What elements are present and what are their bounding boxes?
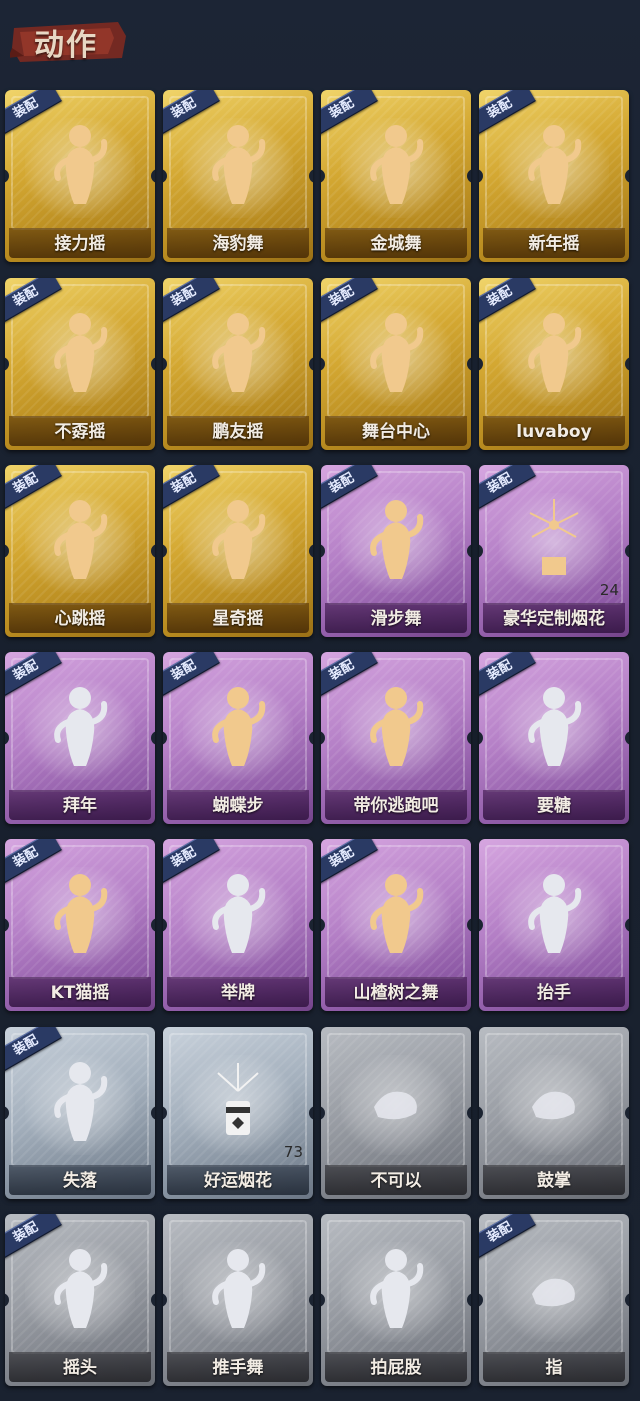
page-title: 动作 xyxy=(34,28,98,63)
emote-name: 好运烟花 xyxy=(204,1171,272,1191)
emote-card[interactable]: 摇头 装配 xyxy=(5,1214,155,1386)
emote-card[interactable]: 滑步舞 装配 xyxy=(321,465,471,637)
point-hand-icon xyxy=(524,1244,584,1334)
dance-figure-icon xyxy=(366,120,426,210)
emote-name: KT猫摇 xyxy=(50,983,110,1003)
sign-figure-icon xyxy=(208,869,268,959)
dance-figure-icon xyxy=(366,495,426,585)
emote-card[interactable]: 心跳摇 装配 xyxy=(5,465,155,637)
emote-name: 拜年 xyxy=(63,796,97,816)
header: 动作 xyxy=(0,0,640,80)
emote-name: 举牌 xyxy=(221,983,255,1003)
emote-card[interactable]: luvaboy 装配 xyxy=(479,278,629,450)
dance-figure-icon xyxy=(366,682,426,772)
emote-name: 金城舞 xyxy=(370,234,422,254)
emote-name: 心跳摇 xyxy=(54,609,106,629)
fireworks-icon xyxy=(524,495,584,585)
emote-card[interactable]: 新年摇 装配 xyxy=(479,90,629,262)
emote-collection-page: 动作 接力摇 装配 海豹舞 装配 金城舞 装配 新年摇 装配 不孬摇 装配 鹏友摇 装配 舞台中心 装配 l… xyxy=(0,0,640,1401)
emote-card[interactable]: 金城舞 装配 xyxy=(321,90,471,262)
emote-name: 要糖 xyxy=(537,796,571,816)
dance-figure-icon xyxy=(50,308,110,398)
emote-name: 豪华定制烟花 xyxy=(503,609,605,629)
emote-card[interactable]: 蝴蝶步 装配 xyxy=(163,652,313,824)
emote-card[interactable]: 举牌 装配 xyxy=(163,839,313,1011)
emote-card[interactable]: 不孬摇 装配 xyxy=(5,278,155,450)
emote-card[interactable]: 接力摇 装配 xyxy=(5,90,155,262)
emote-name: 不孬摇 xyxy=(54,422,106,442)
emote-name: 滑步舞 xyxy=(370,609,422,629)
emote-name: 星奇摇 xyxy=(212,609,264,629)
emote-card[interactable]: 要糖 装配 xyxy=(479,652,629,824)
emote-name: 失落 xyxy=(63,1171,97,1191)
shake-head-figure-icon xyxy=(50,1244,110,1334)
dance-figure-icon xyxy=(524,308,584,398)
emote-card[interactable]: 带你逃跑吧 装配 xyxy=(321,652,471,824)
dance-figure-icon xyxy=(50,495,110,585)
emote-name: 山楂树之舞 xyxy=(353,983,439,1003)
emote-card[interactable]: 山楂树之舞 装配 xyxy=(321,839,471,1011)
crawl-figure-icon xyxy=(50,1057,110,1147)
item-count: 24 xyxy=(599,581,619,599)
emote-name: 指 xyxy=(545,1358,563,1378)
emote-name: 蝴蝶步 xyxy=(212,796,264,816)
emote-name: 海豹舞 xyxy=(212,234,264,254)
emote-card[interactable]: 鼓掌 xyxy=(479,1027,629,1199)
emote-card[interactable]: KT猫摇 装配 xyxy=(5,839,155,1011)
emote-name: 摇头 xyxy=(63,1358,97,1378)
emote-card[interactable]: 推手舞 xyxy=(163,1214,313,1386)
pat-figure-icon xyxy=(366,1244,426,1334)
push-hands-figure-icon xyxy=(208,1244,268,1334)
dance-figure-icon xyxy=(366,869,426,959)
emote-name: 推手舞 xyxy=(212,1358,264,1378)
emote-name: 抬手 xyxy=(537,983,571,1003)
emote-name: 舞台中心 xyxy=(362,422,430,442)
emote-card[interactable]: 星奇摇 装配 xyxy=(163,465,313,637)
dance-figure-icon xyxy=(524,120,584,210)
emote-card[interactable]: 鹏友摇 装配 xyxy=(163,278,313,450)
emote-card[interactable]: 海豹舞 装配 xyxy=(163,90,313,262)
emote-name: 鹏友摇 xyxy=(212,422,264,442)
emote-card[interactable]: 拜年 装配 xyxy=(5,652,155,824)
dance-figure-icon xyxy=(50,120,110,210)
dance-figure-icon xyxy=(366,308,426,398)
emote-card[interactable]: 抬手 xyxy=(479,839,629,1011)
emote-card[interactable]: 舞台中心 装配 xyxy=(321,278,471,450)
dance-figure-icon xyxy=(208,120,268,210)
raise-hand-figure-icon xyxy=(524,869,584,959)
emote-name: 带你逃跑吧 xyxy=(353,796,439,816)
reach-figure-icon xyxy=(524,682,584,772)
emote-name: 接力摇 xyxy=(54,234,106,254)
emote-name: luvaboy xyxy=(516,422,592,442)
emote-card[interactable]: 好运烟花 73 xyxy=(163,1027,313,1199)
emote-name: 不可以 xyxy=(370,1171,422,1191)
finger-wag-icon xyxy=(366,1057,426,1147)
emote-card[interactable]: 失落 装配 xyxy=(5,1027,155,1199)
emote-name: 鼓掌 xyxy=(537,1171,571,1191)
bow-figure-icon xyxy=(50,682,110,772)
emote-name: 新年摇 xyxy=(528,234,580,254)
clap-hands-icon xyxy=(524,1057,584,1147)
firework-can-icon xyxy=(208,1057,268,1147)
emote-card[interactable]: 不可以 xyxy=(321,1027,471,1199)
emote-name: 拍屁股 xyxy=(370,1358,422,1378)
dance-figure-icon xyxy=(50,869,110,959)
dance-figure-icon xyxy=(208,308,268,398)
dance-figure-icon xyxy=(208,682,268,772)
emote-card[interactable]: 指装配 xyxy=(479,1214,629,1386)
dance-figure-icon xyxy=(208,495,268,585)
emote-card[interactable]: 豪华定制烟花 装配 24 xyxy=(479,465,629,637)
item-count: 73 xyxy=(283,1143,303,1161)
emote-card[interactable]: 拍屁股 xyxy=(321,1214,471,1386)
